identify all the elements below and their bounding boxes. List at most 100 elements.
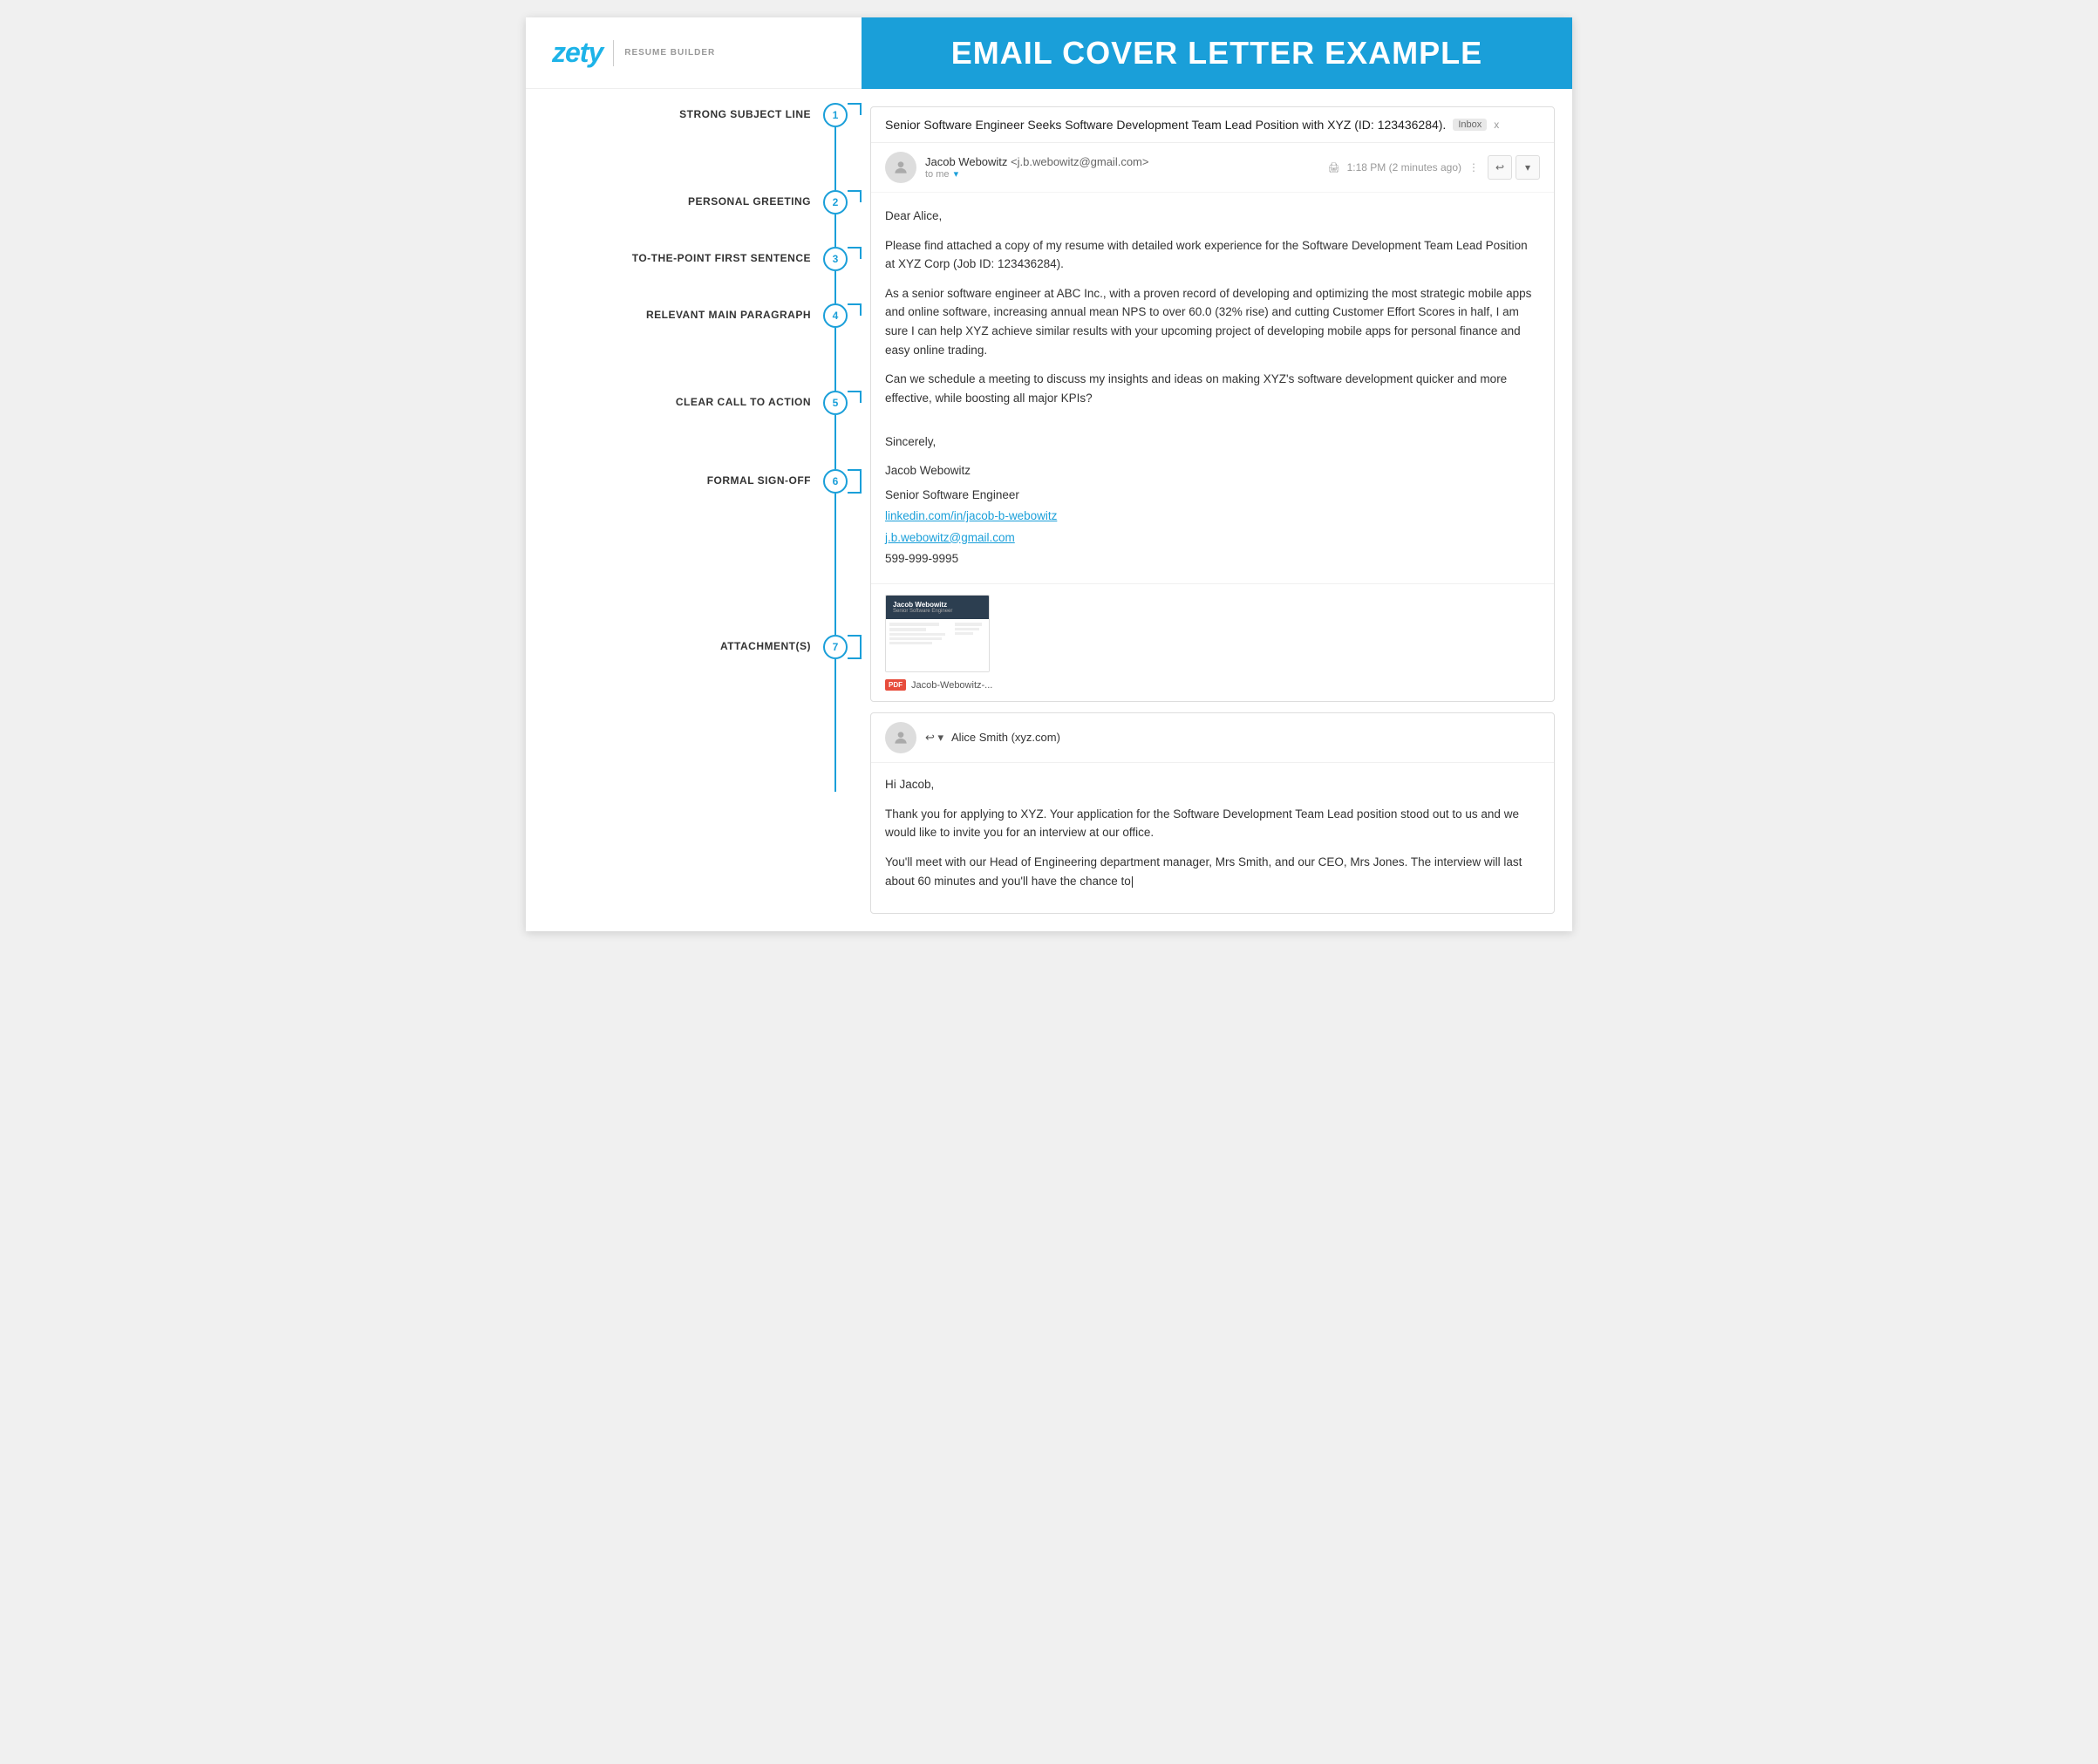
reply-body: Hi Jacob, Thank you for applying to XYZ.…: [871, 763, 1554, 913]
bracket-tr-4: [848, 303, 862, 316]
avatar: [885, 152, 916, 183]
bracket-tr-6: [848, 469, 862, 481]
right-content: Senior Software Engineer Seeks Software …: [862, 89, 1572, 931]
vline-3: [834, 271, 836, 303]
sidebar-label-2: PERSONAL GREETING: [688, 190, 811, 209]
pdf-badge: PDF Jacob-Webowitz-...: [885, 679, 992, 691]
pdf-icon: PDF: [885, 679, 906, 691]
sig-signoff: Sincerely,: [885, 432, 1540, 453]
resume-thumbnail: Jacob Webowitz Senior Software Engineer: [885, 595, 990, 672]
vline-7: [834, 659, 836, 792]
bracket-tr-5: [848, 391, 862, 403]
bracket-tr-1: [848, 103, 862, 115]
sidebar-badge-col-4: 4: [823, 303, 862, 328]
print-icon: 🖨: [1328, 162, 1340, 174]
sidebar-label-6: FORMAL SIGN-OFF: [707, 469, 811, 488]
logo-zety: zety: [552, 37, 603, 69]
sig-email[interactable]: j.b.webowitz@gmail.com: [885, 531, 1015, 544]
sidebar-badge-5: 5: [823, 391, 848, 415]
sidebar-badge-col-3: 3: [823, 247, 862, 271]
email-sender-addr: <j.b.webowitz@gmail.com>: [1011, 155, 1148, 168]
email-signature: Sincerely, Jacob Webowitz Senior Softwar…: [871, 432, 1554, 583]
vline-6: [834, 494, 836, 635]
logo-area: zety RESUME BUILDER: [526, 17, 862, 89]
email-paragraph2: As a senior software engineer at ABC Inc…: [885, 284, 1540, 359]
sidebar-badge-1: 1: [823, 103, 848, 127]
sidebar-label-5: CLEAR CALL TO ACTION: [676, 391, 811, 410]
attachment-item: Jacob Webowitz Senior Software Engineer: [885, 595, 992, 691]
logo-divider: [613, 40, 614, 66]
pdf-filename: Jacob-Webowitz-...: [911, 680, 992, 691]
sidebar-item-7: ATTACHMENT(S) 7: [526, 635, 862, 792]
sidebar-badge-col-2: 2: [823, 190, 862, 215]
page-container: zety RESUME BUILDER EMAIL COVER LETTER E…: [526, 17, 1572, 931]
more-actions-button[interactable]: ▾: [1516, 155, 1540, 180]
vline-5: [834, 415, 836, 469]
sidebar-badge-col-7: 7: [823, 635, 862, 659]
sidebar-badge-7: 7: [823, 635, 848, 659]
text-cursor: [1131, 875, 1134, 888]
bracket-tr-3: [848, 247, 862, 259]
dropdown-arrow-icon[interactable]: ▾: [954, 169, 959, 180]
sidebar-item-2: PERSONAL GREETING 2: [526, 190, 862, 247]
sidebar-badge-col-1: 1: [823, 103, 862, 127]
email-subject-text: Senior Software Engineer Seeks Software …: [885, 118, 1446, 132]
sig-linkedin[interactable]: linkedin.com/in/jacob-b-webowitz: [885, 509, 1057, 522]
reply-meta: ↩ ▾ Alice Smith (xyz.com): [871, 713, 1554, 763]
main-content: STRONG SUBJECT LINE 1 PE: [526, 89, 1572, 931]
email-sender-info: Jacob Webowitz <j.b.webowitz@gmail.com> …: [925, 155, 1319, 180]
email-body: Dear Alice, Please find attached a copy …: [871, 193, 1554, 432]
reply-action-icons[interactable]: ↩ ▾: [925, 731, 943, 744]
sig-name: Jacob Webowitz: [885, 460, 1540, 481]
inbox-badge: Inbox: [1453, 119, 1487, 131]
sidebar-item-5: CLEAR CALL TO ACTION 5: [526, 391, 862, 469]
reply-paragraph2: You'll meet with our Head of Engineering…: [885, 853, 1540, 890]
reply-avatar: [885, 722, 916, 753]
resume-thumb-title: Senior Software Engineer: [893, 609, 982, 614]
header-title-area: EMAIL COVER LETTER EXAMPLE: [862, 17, 1572, 89]
sidebar-badge-3: 3: [823, 247, 848, 271]
email-sender-name: Jacob Webowitz <j.b.webowitz@gmail.com>: [925, 155, 1319, 168]
resume-thumb-name: Jacob Webowitz: [893, 601, 982, 609]
more-options-icon: ⋮: [1468, 161, 1479, 174]
sidebar-badge-2: 2: [823, 190, 848, 215]
email-subject-bar: Senior Software Engineer Seeks Software …: [871, 107, 1554, 143]
sidebar-badge-col-5: 5: [823, 391, 862, 415]
bracket-tr-2: [848, 190, 862, 202]
left-sidebar: STRONG SUBJECT LINE 1 PE: [526, 89, 862, 931]
sidebar-item-1: STRONG SUBJECT LINE 1: [526, 103, 862, 190]
sidebar-item-3: TO-THE-POINT FIRST SENTENCE 3: [526, 247, 862, 303]
logo-subtitle: RESUME BUILDER: [624, 48, 715, 58]
reply-person-icon: [892, 729, 909, 746]
sidebar-badge-4: 4: [823, 303, 848, 328]
reply-greeting: Hi Jacob,: [885, 775, 1540, 794]
resume-thumb-body: [886, 619, 989, 671]
header: zety RESUME BUILDER EMAIL COVER LETTER E…: [526, 17, 1572, 89]
email-container: Senior Software Engineer Seeks Software …: [870, 106, 1555, 702]
vline-4: [834, 328, 836, 391]
person-icon: [892, 159, 909, 176]
reply-sender-name: ↩ ▾ Alice Smith (xyz.com): [925, 731, 1540, 745]
sidebar-item-4: RELEVANT MAIN PARAGRAPH 4: [526, 303, 862, 391]
reply-section: ↩ ▾ Alice Smith (xyz.com) Hi Jacob, Than…: [870, 712, 1555, 914]
email-to-line: to me ▾: [925, 168, 1319, 180]
attachment-area: Jacob Webowitz Senior Software Engineer: [871, 583, 1554, 701]
email-paragraph3: Can we schedule a meeting to discuss my …: [885, 370, 1540, 407]
sidebar-badge-6: 6: [823, 469, 848, 494]
sig-title: Senior Software Engineer: [885, 485, 1540, 506]
email-paragraph1: Please find attached a copy of my resume…: [885, 236, 1540, 274]
reply-paragraph1: Thank you for applying to XYZ. Your appl…: [885, 805, 1540, 842]
vline-2: [834, 215, 836, 247]
sidebar-label-7: ATTACHMENT(S): [720, 635, 811, 654]
vline-1: [834, 127, 836, 190]
resume-thumb-header: Jacob Webowitz Senior Software Engineer: [886, 596, 989, 619]
inbox-close[interactable]: x: [1494, 119, 1499, 131]
bracket-tr-7: [848, 635, 862, 647]
sidebar-badge-col-6: 6: [823, 469, 862, 494]
reply-button[interactable]: ↩: [1488, 155, 1512, 180]
email-meta: Jacob Webowitz <j.b.webowitz@gmail.com> …: [871, 143, 1554, 193]
sidebar-item-6: FORMAL SIGN-OFF 6: [526, 469, 862, 635]
email-greeting: Dear Alice,: [885, 207, 1540, 226]
sig-phone: 599-999-9995: [885, 548, 1540, 569]
email-actions: ↩ ▾: [1488, 155, 1540, 180]
